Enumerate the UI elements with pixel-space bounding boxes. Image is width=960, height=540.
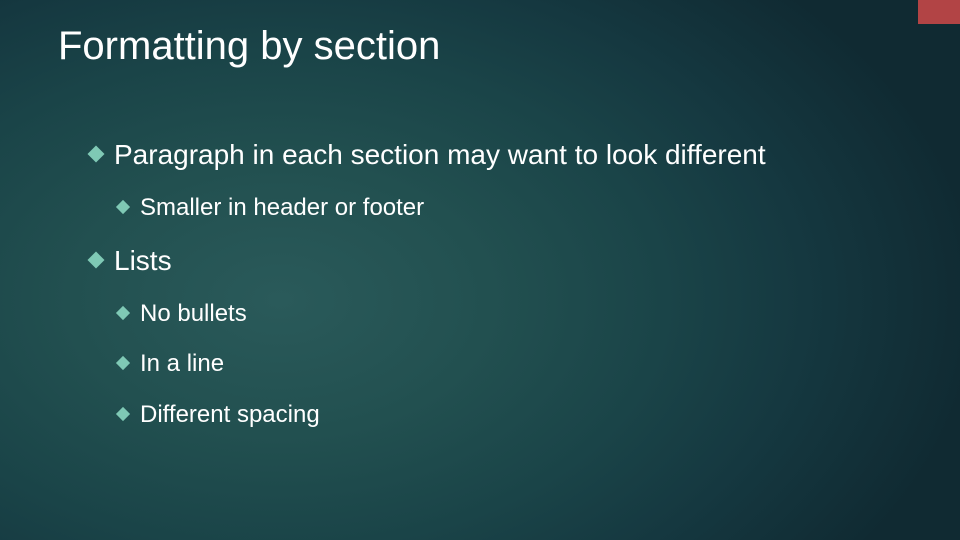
- bullet-text: No bullets: [140, 298, 900, 330]
- diamond-bullet-icon: [88, 146, 105, 163]
- list-item: Paragraph in each section may want to lo…: [90, 136, 900, 174]
- bullet-text: In a line: [140, 348, 900, 380]
- bullet-text: Paragraph in each section may want to lo…: [114, 136, 900, 174]
- diamond-bullet-icon: [116, 407, 130, 421]
- diamond-bullet-icon: [116, 200, 130, 214]
- slide: Formatting by section Paragraph in each …: [0, 0, 960, 540]
- list-item: Different spacing: [118, 399, 900, 431]
- accent-corner: [918, 0, 960, 24]
- diamond-bullet-icon: [88, 252, 105, 269]
- list-item: Lists: [90, 242, 900, 280]
- slide-title: Formatting by section: [58, 24, 440, 69]
- bullet-text: Smaller in header or footer: [140, 192, 900, 224]
- list-item: Smaller in header or footer: [118, 192, 900, 224]
- diamond-bullet-icon: [116, 306, 130, 320]
- list-item: No bullets: [118, 298, 900, 330]
- list-item: In a line: [118, 348, 900, 380]
- bullet-text: Lists: [114, 242, 900, 280]
- bullet-text: Different spacing: [140, 399, 900, 431]
- slide-content: Paragraph in each section may want to lo…: [90, 136, 900, 449]
- diamond-bullet-icon: [116, 356, 130, 370]
